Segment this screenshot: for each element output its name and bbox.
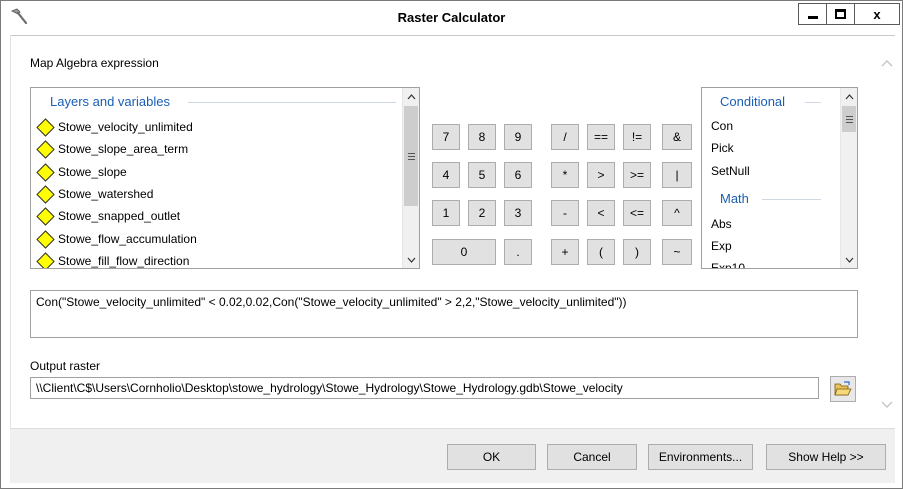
window-title: Raster Calculator <box>397 10 506 25</box>
key-left-paren[interactable]: ( <box>587 239 615 265</box>
chevron-down-icon <box>407 257 416 263</box>
key-add[interactable]: + <box>551 239 579 265</box>
raster-layer-icon <box>36 229 55 249</box>
key-xor[interactable]: ^ <box>662 200 692 226</box>
scroll-up-button[interactable] <box>841 88 857 105</box>
key-less-equal[interactable]: <= <box>623 200 651 226</box>
scroll-up-button[interactable] <box>403 88 419 105</box>
layer-item-label: Stowe_velocity_unlimited <box>58 120 193 134</box>
layer-item[interactable]: Stowe_snapped_outlet <box>36 206 181 226</box>
chevron-up-icon <box>407 93 416 99</box>
output-raster-label: Output raster <box>30 359 101 373</box>
function-item[interactable]: Exp10 <box>711 261 745 268</box>
maximize-button[interactable] <box>826 3 855 25</box>
key-7[interactable]: 7 <box>432 124 460 150</box>
expression-textarea[interactable]: Con("Stowe_velocity_unlimited" < 0.02,0.… <box>30 290 858 338</box>
minimize-button[interactable] <box>798 3 827 25</box>
key-1[interactable]: 1 <box>432 200 460 226</box>
scroll-thumb[interactable] <box>404 106 418 206</box>
show-help-button[interactable]: Show Help >> <box>766 444 886 470</box>
expression-label: Map Algebra expression <box>30 56 159 70</box>
function-item[interactable]: Abs <box>711 217 732 231</box>
math-header-divider <box>762 199 821 200</box>
layer-item[interactable]: Stowe_fill_flow_direction <box>36 251 190 268</box>
key-or[interactable]: | <box>662 162 692 188</box>
layer-item[interactable]: Stowe_slope <box>36 162 127 182</box>
scroll-down-button[interactable] <box>403 251 419 268</box>
close-button[interactable]: x <box>854 3 900 25</box>
key-divide[interactable]: / <box>551 124 579 150</box>
folder-open-icon <box>834 381 852 396</box>
key-multiply[interactable]: * <box>551 162 579 188</box>
key-decimal[interactable]: . <box>504 239 532 265</box>
layer-item[interactable]: Stowe_watershed <box>36 184 154 204</box>
key-greater-equal[interactable]: >= <box>623 162 651 188</box>
raster-layer-icon <box>36 251 55 268</box>
key-4[interactable]: 4 <box>432 162 460 188</box>
grip-icon <box>407 152 415 160</box>
layer-item[interactable]: Stowe_slope_area_term <box>36 139 189 159</box>
math-header: Math <box>720 191 749 206</box>
key-not[interactable]: ~ <box>662 239 692 265</box>
key-0[interactable]: 0 <box>432 239 496 265</box>
key-2[interactable]: 2 <box>468 200 496 226</box>
layer-item-label: Stowe_fill_flow_direction <box>58 254 190 268</box>
layer-item-label: Stowe_slope <box>58 165 127 179</box>
raster-layer-icon <box>36 139 55 159</box>
scroll-down-button[interactable] <box>841 251 857 268</box>
layers-listbox[interactable]: Layers and variables Stowe_velocity_unli… <box>30 87 420 269</box>
layers-header-divider <box>188 102 396 103</box>
cancel-button[interactable]: Cancel <box>547 444 637 470</box>
function-item[interactable]: Exp <box>711 239 732 253</box>
key-greater[interactable]: > <box>587 162 615 188</box>
raster-calculator-dialog: Raster Calculator x Map Algebra expressi… <box>0 0 903 489</box>
ok-button[interactable]: OK <box>447 444 536 470</box>
output-raster-input[interactable]: \\Client\C$\Users\Cornholio\Desktop\stow… <box>30 377 819 399</box>
functions-scrollbar[interactable] <box>840 88 857 268</box>
key-3[interactable]: 3 <box>504 200 532 226</box>
minimize-icon <box>807 15 818 19</box>
key-subtract[interactable]: - <box>551 200 579 226</box>
key-5[interactable]: 5 <box>468 162 496 188</box>
grip-icon <box>845 115 853 123</box>
layer-item[interactable]: Stowe_flow_accumulation <box>36 229 197 249</box>
key-and[interactable]: & <box>662 124 692 150</box>
function-item[interactable]: Pick <box>711 141 734 155</box>
layer-item-label: Stowe_watershed <box>58 187 154 201</box>
chevron-up-icon <box>845 93 854 99</box>
function-item[interactable]: Con <box>711 119 733 133</box>
key-9[interactable]: 9 <box>504 124 532 150</box>
layers-scrollbar[interactable] <box>402 88 419 268</box>
scroll-down-icon[interactable] <box>881 398 893 410</box>
raster-layer-icon <box>36 184 55 204</box>
title-bar: Raster Calculator x <box>1 1 902 35</box>
key-equal[interactable]: == <box>587 124 615 150</box>
conditional-header-divider <box>805 102 821 103</box>
scroll-thumb[interactable] <box>842 106 856 132</box>
key-right-paren[interactable]: ) <box>623 239 651 265</box>
chevron-down-icon <box>845 257 854 263</box>
browse-button[interactable] <box>830 376 856 402</box>
layer-item[interactable]: Stowe_velocity_unlimited <box>36 117 193 137</box>
raster-layer-icon <box>36 206 55 226</box>
layer-item-label: Stowe_snapped_outlet <box>58 209 181 223</box>
layer-item-label: Stowe_flow_accumulation <box>58 232 197 246</box>
maximize-icon <box>835 9 846 19</box>
layer-item-label: Stowe_slope_area_term <box>58 142 189 156</box>
functions-listbox[interactable]: Conditional Con Pick SetNull Math Abs Ex… <box>701 87 858 269</box>
conditional-header: Conditional <box>720 94 786 109</box>
key-8[interactable]: 8 <box>468 124 496 150</box>
function-item[interactable]: SetNull <box>711 164 750 178</box>
raster-layer-icon <box>36 117 55 137</box>
key-not-equal[interactable]: != <box>623 124 651 150</box>
key-less[interactable]: < <box>587 200 615 226</box>
raster-layer-icon <box>36 162 55 182</box>
close-icon: x <box>873 6 881 22</box>
key-6[interactable]: 6 <box>504 162 532 188</box>
dialog-scrollbar[interactable] <box>878 36 896 429</box>
environments-button[interactable]: Environments... <box>648 444 753 470</box>
scroll-up-icon[interactable] <box>881 58 893 70</box>
layers-header: Layers and variables <box>50 94 170 109</box>
